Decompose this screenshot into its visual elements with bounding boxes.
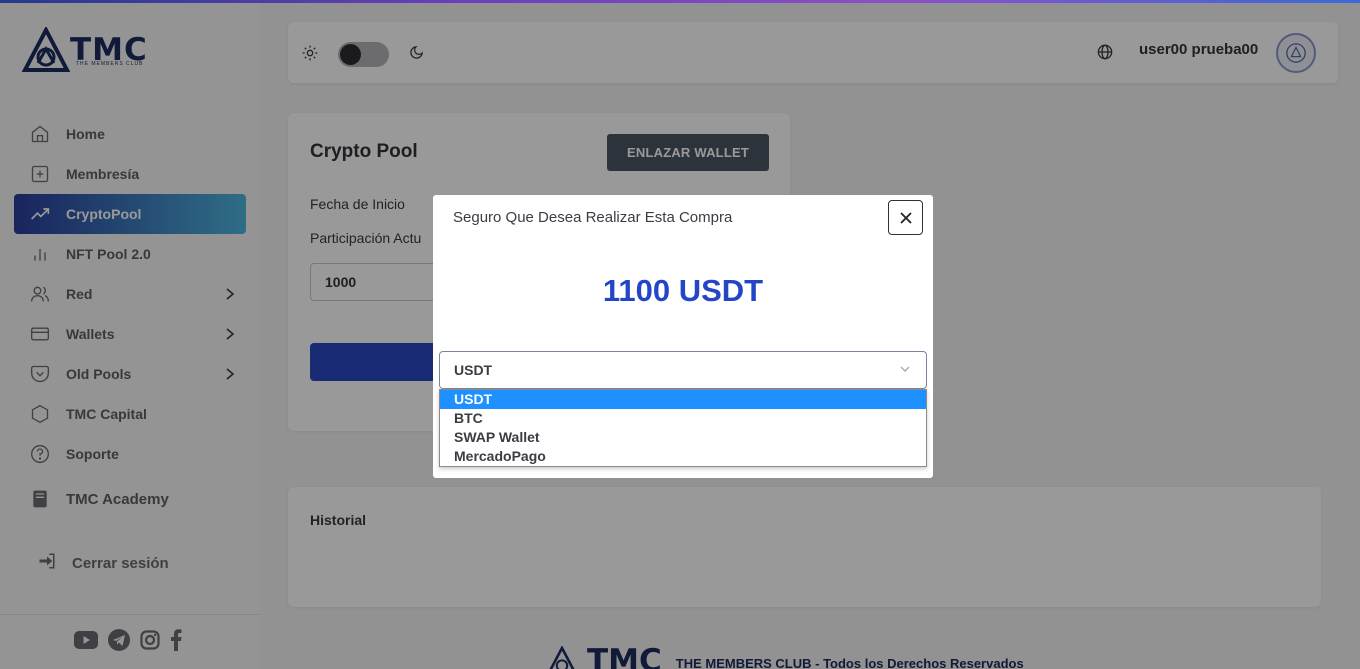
close-icon [899, 211, 912, 224]
top-accent-line [0, 0, 1360, 3]
currency-select[interactable]: USDT [439, 351, 927, 389]
purchase-amount: 1100 USDT [602, 273, 764, 308]
modal-title: Seguro Que Desea Realizar Esta Compra [453, 209, 733, 226]
option-usdt[interactable]: USDT [440, 390, 926, 409]
close-button[interactable] [888, 200, 923, 235]
currency-options-list: USDT BTC SWAP Wallet MercadoPago [439, 389, 927, 467]
chevron-down-icon [900, 366, 910, 372]
option-swap-wallet[interactable]: SWAP Wallet [440, 428, 926, 447]
option-mercadopago[interactable]: MercadoPago [440, 447, 926, 466]
currency-select-value: USDT [454, 362, 493, 378]
purchase-confirm-modal: Seguro Que Desea Realizar Esta Compra 11… [433, 195, 933, 478]
option-btc[interactable]: BTC [440, 409, 926, 428]
